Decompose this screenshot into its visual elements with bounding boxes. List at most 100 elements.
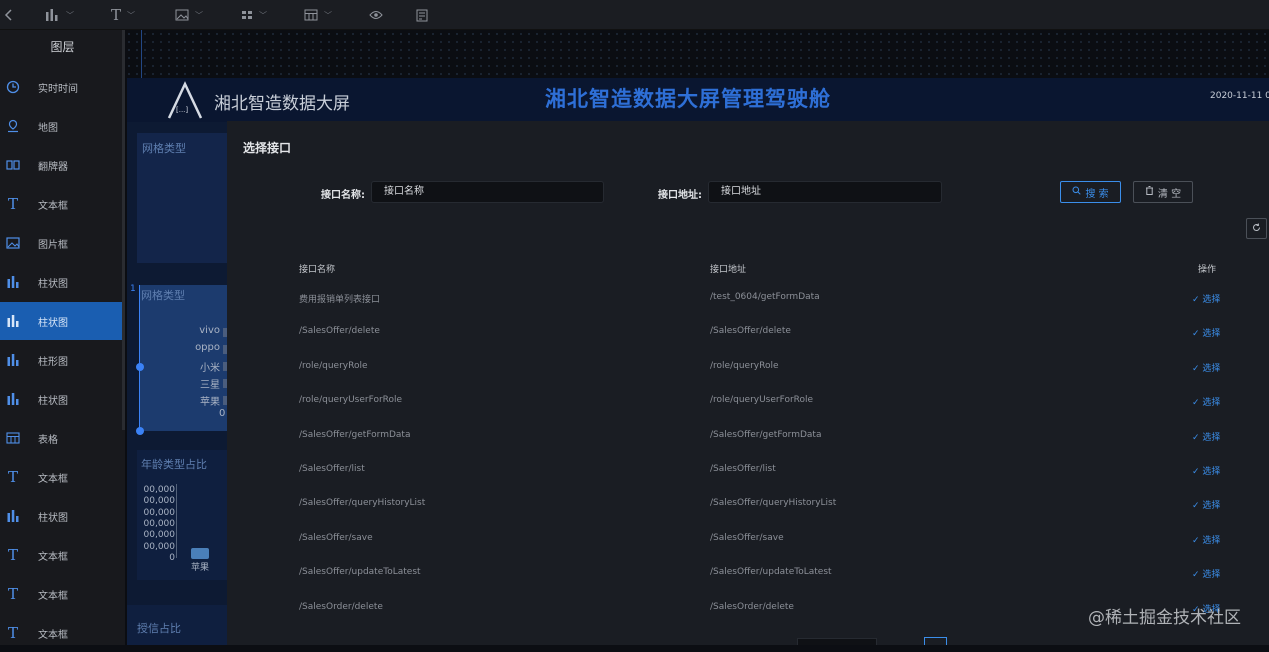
- select-action-link[interactable]: ✓ 选择: [1192, 326, 1220, 339]
- preview-button[interactable]: [369, 6, 383, 24]
- selection-border: [139, 285, 140, 431]
- layer-item[interactable]: T 文本框: [0, 536, 122, 574]
- map-icon: [0, 119, 26, 133]
- table-icon: [0, 432, 26, 444]
- text-icon: T: [111, 6, 122, 24]
- select-action-link[interactable]: ✓ 选择: [1192, 395, 1220, 408]
- layer-item[interactable]: 实时时间: [0, 68, 122, 106]
- image-menu-button[interactable]: ﹀: [175, 6, 203, 24]
- interface-url-cell: /SalesOffer/queryHistoryList: [710, 498, 837, 509]
- pagination-current[interactable]: [924, 637, 947, 645]
- search-icon: [1072, 186, 1082, 198]
- layer-item-label: 文本框: [38, 629, 68, 641]
- layer-item-label: 表格: [38, 434, 58, 446]
- layer-item-label: 文本框: [38, 200, 68, 212]
- layer-item-label: 柱状图: [38, 395, 68, 407]
- logo-sub: [...]: [176, 106, 189, 114]
- layer-item-label: 翻牌器: [38, 161, 68, 173]
- select-action-link[interactable]: ✓ 选择: [1192, 361, 1220, 374]
- layer-item[interactable]: T 文本框: [0, 614, 122, 652]
- layer-item[interactable]: 柱状图: [0, 380, 122, 418]
- trash-icon: [1145, 186, 1154, 198]
- panel-title: 网格类型: [141, 289, 185, 302]
- layer-item[interactable]: 柱状图: [0, 497, 122, 535]
- selection-index: 1: [130, 284, 136, 294]
- text-icon: T: [7, 468, 18, 486]
- layer-item[interactable]: 柱状图: [0, 302, 122, 340]
- bar-category-label: 苹果: [200, 397, 220, 408]
- interface-name-cell: /SalesOffer/delete: [299, 326, 380, 337]
- bar-category-label: oppo: [195, 342, 220, 353]
- layer-item[interactable]: 图片框: [0, 224, 122, 262]
- clear-button[interactable]: 清 空: [1133, 181, 1193, 203]
- back-icon: [4, 8, 14, 22]
- resize-handle[interactable]: [136, 427, 144, 435]
- interface-name-cell: /SalesOffer/updateToLatest: [299, 567, 421, 578]
- select-interface-dialog: 选择接口 接口名称: 接口名称 接口地址: 接口地址 搜 索 清 空 接口名称 …: [227, 121, 1269, 645]
- layer-item[interactable]: 地图: [0, 107, 122, 145]
- y-tick-label: 00,000: [143, 541, 176, 552]
- layer-item-label: 实时时间: [38, 83, 78, 95]
- text-icon: T: [7, 195, 18, 213]
- x-category-label: 苹果: [191, 563, 210, 573]
- interface-name-cell: /SalesOffer/queryHistoryList: [299, 498, 426, 509]
- interface-name-cell: /SalesOffer/save: [299, 532, 373, 543]
- interface-url-cell: /test_0604/getFormData: [710, 292, 820, 302]
- select-action-link[interactable]: ✓ 选择: [1192, 292, 1220, 305]
- select-action-link[interactable]: ✓ 选择: [1192, 533, 1220, 546]
- layer-item-label: 地图: [38, 122, 58, 134]
- grid-menu-button[interactable]: ﹀: [241, 6, 267, 24]
- layer-item[interactable]: 柱状图: [0, 263, 122, 301]
- check-icon: ✓: [1192, 363, 1203, 374]
- table-menu-button[interactable]: ﹀: [304, 6, 332, 24]
- layer-header: 图层: [50, 39, 75, 54]
- check-icon: ✓: [1192, 432, 1203, 443]
- select-action-link[interactable]: ✓ 选择: [1192, 567, 1220, 580]
- layer-item[interactable]: T 文本框: [0, 458, 122, 496]
- layer-item-label: 文本框: [38, 473, 68, 485]
- edit-button[interactable]: [416, 6, 428, 24]
- select-action-label: 选择: [1202, 432, 1221, 443]
- url-filter-input[interactable]: 接口地址: [708, 181, 942, 203]
- panel-title: 网格类型: [142, 142, 186, 155]
- layer-item[interactable]: 柱形图: [0, 341, 122, 379]
- text-menu-button[interactable]: T ﹀: [111, 6, 135, 24]
- column-header-action: 操作: [1198, 265, 1217, 275]
- page-size-select[interactable]: [797, 638, 877, 645]
- select-action-link[interactable]: ✓ 选择: [1192, 430, 1220, 443]
- back-button[interactable]: [4, 6, 14, 24]
- datetime-display: 2020-11-11 02: [1210, 91, 1269, 101]
- check-icon: ✓: [1192, 329, 1203, 340]
- check-icon: ✓: [1192, 501, 1203, 512]
- y-tick-label: 00,000: [143, 496, 176, 507]
- interface-name-cell: /role/queryUserForRole: [299, 395, 403, 406]
- layer-item[interactable]: T 文本框: [0, 575, 122, 613]
- layer-item[interactable]: 表格: [0, 419, 122, 457]
- select-action-link[interactable]: ✓ 选择: [1192, 464, 1220, 477]
- chart-panel-2-selected[interactable]: [139, 285, 229, 431]
- canvas-grid: [125, 30, 1269, 78]
- panel-title: 授信占比: [137, 622, 181, 635]
- layer-item-label: 柱形图: [38, 356, 68, 368]
- layer-item[interactable]: 翻牌器: [0, 146, 122, 184]
- chevron-down-icon: ﹀: [324, 10, 332, 20]
- chart-menu-button[interactable]: ﹀: [44, 6, 74, 24]
- search-button[interactable]: 搜 索: [1060, 181, 1121, 203]
- resize-handle[interactable]: [136, 363, 144, 371]
- layer-item-label: 柱状图: [38, 317, 68, 329]
- layer-item[interactable]: T 文本框: [0, 185, 122, 223]
- bar-category-label: 三星: [200, 380, 220, 391]
- interface-url-cell: /SalesOffer/delete: [710, 326, 791, 337]
- y-tick-label: 00,000: [143, 507, 176, 518]
- y-tick-label: 00,000: [143, 518, 176, 529]
- select-action-label: 选择: [1202, 535, 1221, 546]
- interface-url-cell: /SalesOffer/getFormData: [710, 429, 822, 440]
- refresh-button[interactable]: [1246, 218, 1267, 239]
- y-tick-label: 0: [169, 552, 175, 563]
- select-action-label: 选择: [1202, 398, 1221, 409]
- interface-url-cell: /SalesOffer/save: [710, 532, 784, 543]
- bar-category-label: vivo: [199, 325, 220, 336]
- interface-name-cell: /role/queryRole: [299, 360, 368, 371]
- name-filter-input[interactable]: 接口名称: [371, 181, 604, 203]
- select-action-link[interactable]: ✓ 选择: [1192, 498, 1220, 511]
